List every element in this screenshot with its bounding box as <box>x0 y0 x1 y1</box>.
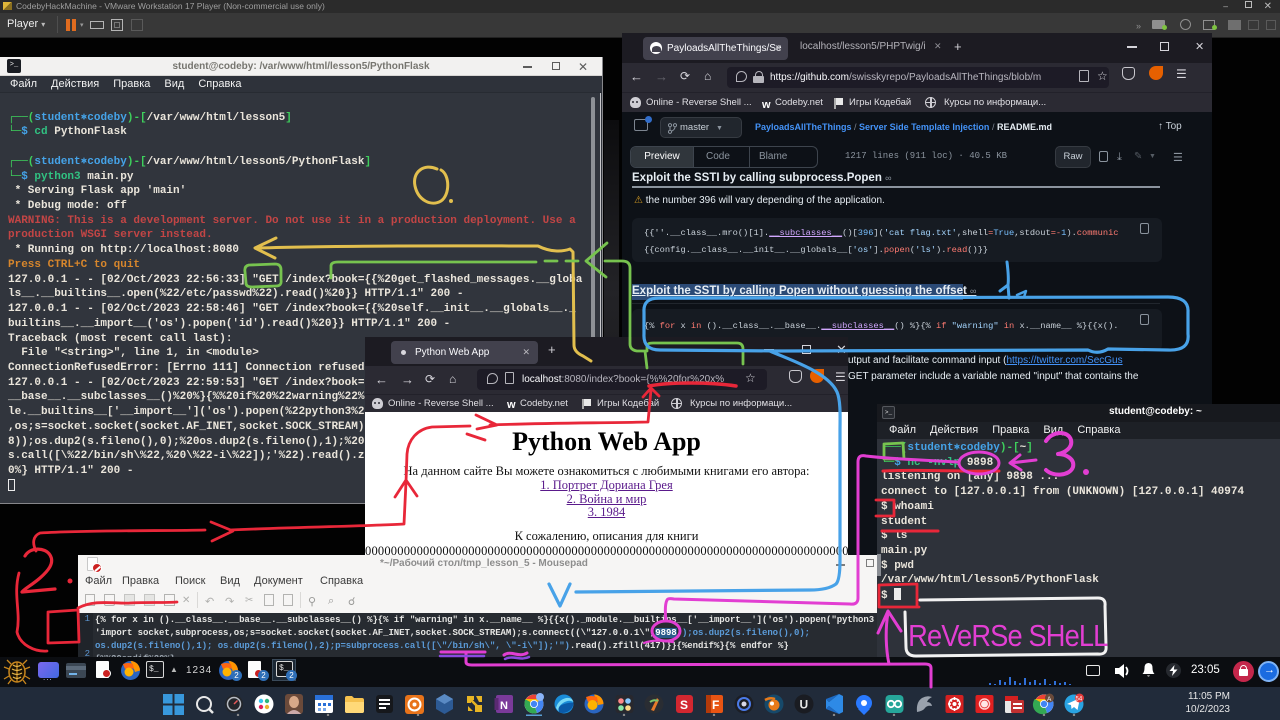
svg-text:ReVeRSe SHeLL: ReVeRSe SHeLL <box>908 619 1108 653</box>
